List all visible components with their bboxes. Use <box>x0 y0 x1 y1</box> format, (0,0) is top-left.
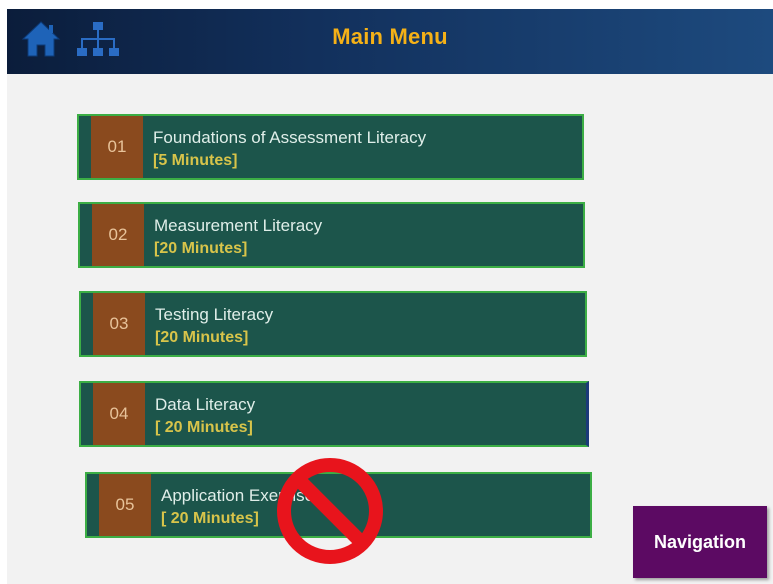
header-bar: Main Menu <box>7 9 773 74</box>
item-number: 01 <box>91 116 143 178</box>
menu-item-01[interactable]: 01 Foundations of Assessment Literacy [5… <box>77 114 584 180</box>
menu-item-04[interactable]: 04 Data Literacy [ 20 Minutes] <box>79 381 589 447</box>
item-strip <box>81 293 93 355</box>
navigation-button[interactable]: Navigation <box>633 506 767 578</box>
item-title: Data Literacy <box>155 395 256 414</box>
course-frame: Main Menu 01 Foundations of Assessment L… <box>7 9 773 584</box>
item-number: 05 <box>99 474 151 536</box>
item-number: 04 <box>93 383 145 445</box>
menu-item-02[interactable]: 02 Measurement Literacy [20 Minutes] <box>78 202 585 268</box>
item-duration: [ 20 Minutes] <box>161 510 259 527</box>
item-title: Testing Literacy <box>155 305 274 324</box>
item-strip <box>87 474 99 536</box>
item-title: Measurement Literacy <box>154 216 323 235</box>
item-title: Foundations of Assessment Literacy <box>153 128 427 147</box>
item-duration: [20 Minutes] <box>154 240 248 257</box>
item-duration: [20 Minutes] <box>155 329 249 346</box>
no-entry-icon <box>277 458 383 564</box>
item-duration: [ 20 Minutes] <box>155 419 253 436</box>
item-number: 02 <box>92 204 144 266</box>
item-number: 03 <box>93 293 145 355</box>
page-title: Main Menu <box>332 24 448 49</box>
item-strip <box>81 383 93 445</box>
menu-item-03[interactable]: 03 Testing Literacy [20 Minutes] <box>79 291 587 357</box>
item-strip <box>80 204 92 266</box>
item-strip <box>79 116 91 178</box>
item-duration: [5 Minutes] <box>153 152 238 169</box>
